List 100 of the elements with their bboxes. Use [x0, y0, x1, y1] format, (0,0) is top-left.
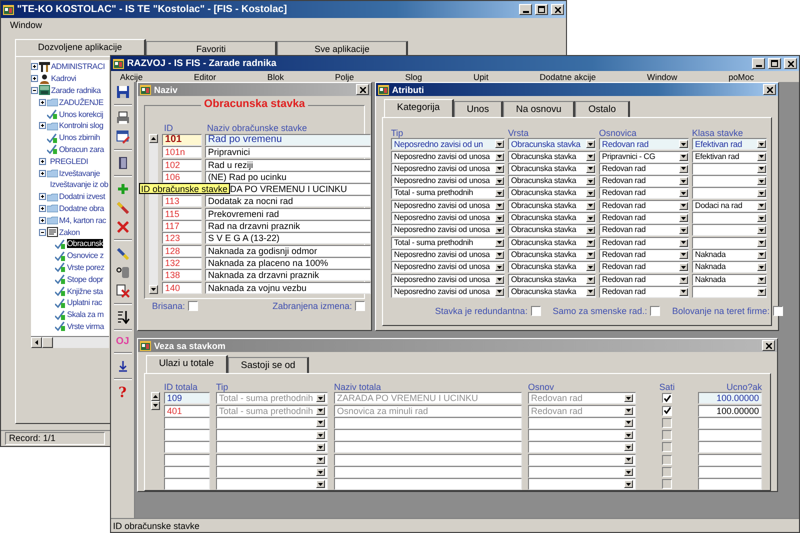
dropdown-field[interactable]: Obracunska stavka	[508, 274, 596, 286]
dropdown-field[interactable]: Redovan rad	[599, 248, 689, 261]
tree-item[interactable]: Unos korekcij	[59, 110, 104, 119]
dropdown-field[interactable]	[692, 224, 767, 236]
menu-item[interactable]: Window	[642, 72, 682, 82]
form-edit-icon[interactable]	[116, 130, 130, 144]
dropdown-field[interactable]: Total - suma prethodnih	[391, 187, 505, 200]
dropdown-arrow-icon[interactable]	[679, 238, 688, 247]
dropdown-arrow-icon[interactable]	[316, 394, 325, 402]
id-field[interactable]	[164, 454, 210, 466]
dropdown-arrow-icon[interactable]	[495, 276, 504, 284]
dropdown-field[interactable]: Neposredno zavisi od unosa	[391, 212, 505, 224]
tree-item[interactable]: Vrste virma	[67, 322, 104, 331]
dropdown-arrow-icon[interactable]	[316, 468, 325, 476]
checkbox[interactable]	[530, 306, 541, 316]
dropdown-arrow-icon[interactable]	[757, 226, 766, 234]
dropdown-field[interactable]	[692, 236, 767, 249]
dropdown-arrow-icon[interactable]	[316, 456, 325, 464]
tree-item[interactable]: Obracunsk	[67, 239, 103, 248]
dropdown-arrow-icon[interactable]	[586, 263, 595, 272]
dropdown-field[interactable]	[692, 162, 767, 175]
dropdown-arrow-icon[interactable]	[495, 214, 504, 222]
dropdown-arrow-icon[interactable]	[679, 202, 688, 210]
tree-item[interactable]: Dodatne obra	[59, 204, 104, 213]
tab[interactable]: Ulazi u totale	[146, 355, 228, 373]
dropdown-field[interactable]	[216, 429, 328, 442]
dropdown-arrow-icon[interactable]	[757, 263, 766, 272]
amount-field[interactable]: 100.00000	[698, 404, 762, 417]
menu-item[interactable]: Blok	[262, 72, 289, 82]
checkbox[interactable]	[355, 300, 365, 311]
dropdown-arrow-icon[interactable]	[495, 189, 504, 198]
id-field[interactable]: 106	[162, 170, 202, 183]
dropdown-field[interactable]: Dodaci na rad	[692, 200, 767, 212]
dropdown-arrow-icon[interactable]	[757, 140, 766, 148]
dropdown-field[interactable]: Redovan rad	[599, 286, 689, 298]
dropdown-arrow-icon[interactable]	[624, 418, 633, 427]
dropdown-arrow-icon[interactable]	[624, 394, 633, 402]
menu-item[interactable]: poMoc	[723, 72, 759, 82]
dropdown-arrow-icon[interactable]	[679, 189, 688, 198]
tree-item[interactable]: Knjižne sta	[67, 286, 103, 296]
dropdown-arrow-icon[interactable]	[679, 214, 688, 222]
id-field[interactable]: 123	[162, 232, 202, 244]
dropdown-field[interactable]: Obracunska stavka	[508, 286, 596, 298]
tree-item[interactable]: Unos zbirnih	[59, 133, 100, 142]
dropdown-field[interactable]	[692, 175, 767, 188]
dropdown-field[interactable]	[216, 478, 328, 490]
id-field[interactable]	[164, 416, 210, 429]
id-field[interactable]: 101n	[162, 146, 202, 158]
dropdown-arrow-icon[interactable]	[679, 263, 688, 272]
dropdown-field[interactable]: Obracunska stavka	[508, 261, 596, 274]
checkbox[interactable]	[650, 306, 660, 316]
dropdown-arrow-icon[interactable]	[679, 152, 688, 161]
tab[interactable]: Ostalo	[575, 101, 630, 117]
dropdown-field[interactable]: Redovan rad	[599, 236, 689, 249]
dropdown-arrow-icon[interactable]	[495, 263, 504, 272]
tab[interactable]: Sve aplikacije	[277, 41, 408, 56]
tab[interactable]: Na osnovu	[502, 101, 576, 117]
dropdown-arrow-icon[interactable]	[586, 152, 595, 161]
amount-field[interactable]	[698, 429, 762, 442]
id-field[interactable]: 128	[162, 244, 202, 257]
name-field[interactable]	[334, 429, 522, 442]
minimize-button[interactable]	[519, 4, 532, 15]
dropdown-arrow-icon[interactable]	[624, 406, 633, 415]
form-delete-icon[interactable]	[116, 284, 130, 298]
dropdown-field[interactable]	[528, 466, 636, 478]
dropdown-field[interactable]	[528, 441, 636, 454]
id-field[interactable]: 401	[164, 404, 210, 417]
dropdown-field[interactable]: Neposredno zavisi od unosa	[391, 175, 505, 188]
close-button[interactable]	[763, 84, 776, 95]
dropdown-arrow-icon[interactable]	[316, 443, 325, 452]
close-button[interactable]	[762, 340, 775, 351]
dropdown-arrow-icon[interactable]	[679, 164, 688, 173]
id-field[interactable]	[164, 441, 210, 454]
amount-field[interactable]	[698, 416, 762, 429]
checkbox[interactable]	[662, 454, 672, 465]
checkbox[interactable]	[188, 300, 198, 311]
dropdown-field[interactable]: Neposredno zavisi od unosa	[391, 224, 505, 236]
name-field[interactable]: Rad u reziji	[205, 158, 371, 171]
name-field[interactable]: Naknada za drzavni praznik	[205, 269, 371, 282]
name-field[interactable]	[334, 454, 522, 466]
menu-item[interactable]: Akcije	[115, 72, 148, 82]
minimize-button[interactable]	[752, 58, 765, 69]
dropdown-arrow-icon[interactable]	[757, 250, 766, 259]
dropdown-field[interactable]: Neposredno zavisi od unosa	[391, 200, 505, 212]
name-field[interactable]	[334, 478, 522, 490]
maximize-button[interactable]	[768, 58, 781, 69]
dropdown-field[interactable]	[528, 478, 636, 490]
dropdown-field[interactable]: Neposredno zavisi od unosa	[391, 162, 505, 175]
name-field[interactable]: (NE) Rad po ucinku	[205, 170, 371, 183]
dropdown-arrow-icon[interactable]	[586, 226, 595, 234]
close-button[interactable]	[356, 84, 369, 95]
dropdown-field[interactable]: Redovan rad	[599, 212, 689, 224]
menu-item[interactable]: Window	[5, 20, 48, 30]
scroll-down-icon[interactable]	[151, 288, 156, 291]
dropdown-field[interactable]	[528, 454, 636, 466]
dropdown-field[interactable]: Redovan rad	[599, 261, 689, 274]
tree-item[interactable]: Kontrolni slog	[59, 121, 104, 130]
dropdown-arrow-icon[interactable]	[495, 238, 504, 247]
dropdown-arrow-icon[interactable]	[586, 250, 595, 259]
maximize-button[interactable]	[535, 4, 548, 15]
